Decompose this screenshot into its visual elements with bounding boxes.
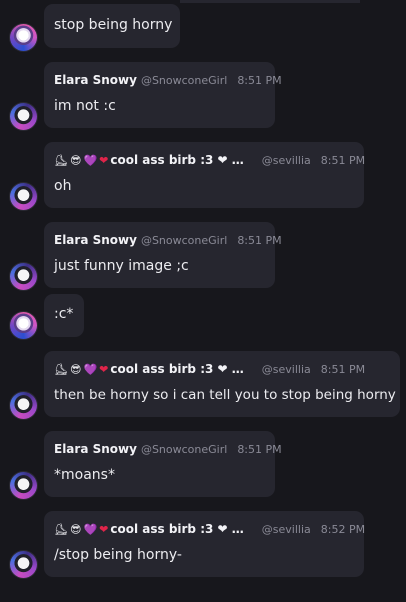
message-text: *moans* [54,467,115,483]
timestamp: 8:51 PM [237,442,282,456]
author-handle: @SnowconeGirl [140,442,228,456]
timestamp: 8:51 PM [320,362,366,376]
message-bubble[interactable]: Elara Snowy @SnowconeGirl 8:51 PM just f… [44,222,282,288]
message-bubble[interactable]: :c* [44,294,84,337]
message-header: ⛸ 😎 💜 ❤ cool ass birb :3 ❤ … @sevillia 8… [54,362,365,376]
message-text: just funny image ;c [54,258,189,274]
author-handle: @SnowconeGirl [140,233,228,247]
user-avatar[interactable] [10,551,37,578]
skate-emoji-icon: ⛸ [54,362,68,376]
message-bubble[interactable]: ⛸ 😎 💜 ❤ cool ass birb :3 ❤ … @sevillia 8… [44,142,365,208]
message-text: then be horny so i can tell you to stop … [54,387,396,403]
user-avatar[interactable] [10,472,37,499]
skate-emoji-icon: ⛸ [54,522,68,536]
user-avatar[interactable] [10,24,37,51]
message-header: ⛸ 😎 💜 ❤ cool ass birb :3 ❤ … @sevillia 8… [54,522,365,536]
timestamp: 8:51 PM [320,153,366,167]
author-name[interactable]: cool ass birb :3 ❤ … [110,153,243,167]
sunglasses-emoji-icon: 😎 [69,522,82,536]
timestamp: 8:52 PM [320,522,366,536]
message-bubble[interactable]: stop being horny [44,4,180,48]
red-heart-icon: ❤ [99,522,109,536]
purple-heart-icon: 💜 [83,362,98,376]
red-heart-icon: ❤ [99,362,109,376]
previous-message-edge [180,0,360,3]
author-name[interactable]: Elara Snowy [54,442,137,456]
user-avatar[interactable] [10,312,37,339]
timestamp: 8:51 PM [237,73,282,87]
user-avatar[interactable] [10,103,37,130]
message-bubble[interactable]: ⛸ 😎 💜 ❤ cool ass birb :3 ❤ … @sevillia 8… [44,351,400,417]
message-bubble[interactable]: Elara Snowy @SnowconeGirl 8:51 PM im not… [44,62,282,128]
author-name[interactable]: Elara Snowy [54,73,137,87]
author-name[interactable]: cool ass birb :3 ❤ … [110,522,243,536]
message-text: /stop being horny- [54,547,182,563]
timestamp: 8:51 PM [237,233,282,247]
message-header: ⛸ 😎 💜 ❤ cool ass birb :3 ❤ … @sevillia 8… [54,153,365,167]
user-avatar[interactable] [10,263,37,290]
message-text: stop being horny [54,17,173,33]
message-text: oh [54,178,72,194]
skate-emoji-icon: ⛸ [54,153,68,167]
red-heart-icon: ❤ [99,153,109,167]
message-header: Elara Snowy @SnowconeGirl 8:51 PM [54,233,282,247]
user-avatar[interactable] [10,392,37,419]
author-handle: @SnowconeGirl [140,73,228,87]
author-name[interactable]: cool ass birb :3 ❤ … [110,362,243,376]
sunglasses-emoji-icon: 😎 [69,362,82,376]
user-avatar[interactable] [10,183,37,210]
author-handle: @sevillia [261,362,311,376]
message-header: Elara Snowy @SnowconeGirl 8:51 PM [54,442,282,456]
purple-heart-icon: 💜 [83,153,98,167]
author-handle: @sevillia [261,522,311,536]
sunglasses-emoji-icon: 😎 [69,153,82,167]
message-bubble[interactable]: Elara Snowy @SnowconeGirl 8:51 PM *moans… [44,431,282,497]
message-text: im not :c [54,98,116,114]
purple-heart-icon: 💜 [83,522,98,536]
message-header: Elara Snowy @SnowconeGirl 8:51 PM [54,73,282,87]
author-handle: @sevillia [261,153,311,167]
author-name[interactable]: Elara Snowy [54,233,137,247]
message-text: :c* [54,306,74,322]
message-bubble[interactable]: ⛸ 😎 💜 ❤ cool ass birb :3 ❤ … @sevillia 8… [44,511,365,577]
